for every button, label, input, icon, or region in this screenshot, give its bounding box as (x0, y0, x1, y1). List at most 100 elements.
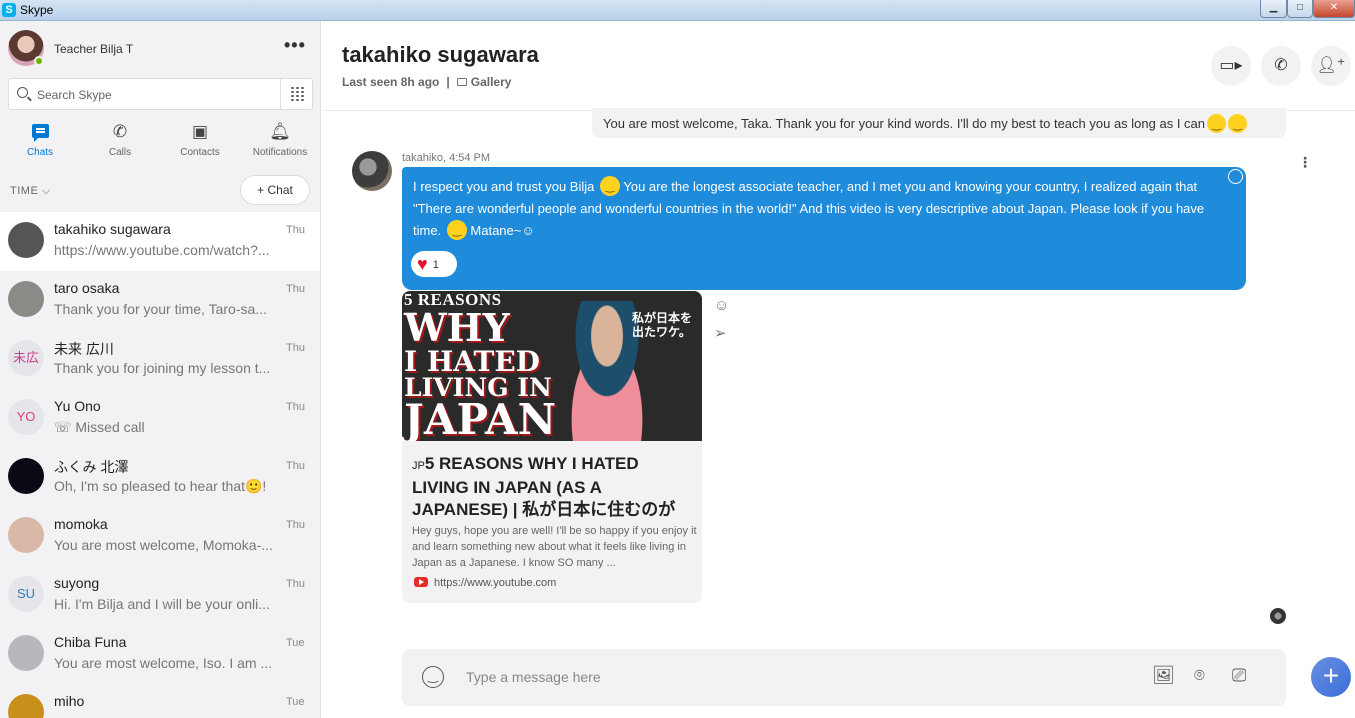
tab-contacts[interactable]: ▣ Contacts (160, 121, 240, 158)
conversation-title[interactable]: takahiko sugawara (342, 42, 539, 68)
contacts-icon: ▣ (191, 122, 209, 141)
more-actions-button[interactable]: + (1311, 657, 1351, 697)
separator: | (446, 75, 450, 89)
tab-chats[interactable]: Chats (0, 121, 80, 158)
chat-date: Thu (286, 342, 305, 354)
incoming-message-bubble[interactable]: I respect you and trust you Bilja You ar… (402, 167, 1246, 290)
add-people-button[interactable]: 👤︎⁺ (1311, 46, 1351, 86)
smile-emoji-icon (1207, 114, 1226, 136)
contact-name: takahiko sugawara (54, 221, 171, 237)
chat-list: takahiko sugawara Thu https://www.youtube.… (0, 212, 320, 718)
chat-date: Tue (286, 637, 305, 649)
heart-icon: ♥ (417, 254, 428, 274)
contact-name: Chiba Funa (54, 634, 127, 650)
contact-name: taro osaka (54, 280, 120, 296)
forward-icon[interactable]: ➢ (714, 324, 727, 342)
contact-name: 未来 広川 (54, 341, 114, 357)
chat-list-item[interactable]: takahiko sugawara Thu https://www.youtube.… (0, 212, 320, 271)
tab-chats-label: Chats (26, 147, 54, 158)
chat-date: Thu (286, 519, 305, 531)
chat-list-item[interactable]: SU suyong Thu Hi. I'm Bilja and I will be y… (0, 566, 320, 625)
window-titlebar: S Skype ▁ □ ✕ (0, 0, 1355, 21)
hand-over-mouth-emoji-icon (1228, 114, 1247, 136)
contact-name: suyong (54, 575, 100, 591)
sender-avatar[interactable] (352, 151, 392, 191)
video-thumbnail[interactable]: 5 REASONS WHY I HATED LIVING IN JAPAN 私が… (402, 291, 702, 441)
emoji-picker-icon[interactable] (422, 666, 444, 688)
chat-preview: Hi. I'm Bilja and I will be your onli... (54, 596, 270, 612)
sidebar: Teacher Bilja T ••• Search Skype Chats ✆… (0, 21, 321, 718)
contact-avatar: SU (8, 576, 44, 612)
profile-name[interactable]: Teacher Bilja T (54, 42, 133, 56)
jp-flag-label: JP (412, 460, 425, 472)
more-options-button[interactable]: ••• (284, 35, 306, 56)
link-title[interactable]: JP5 REASONS WHY I HATED LIVING IN JAPAN … (412, 453, 697, 521)
contact-avatar (8, 222, 44, 258)
tab-notifications-label: Notifications (252, 147, 308, 158)
message-more-icon[interactable]: ⋮ (1298, 154, 1312, 171)
chat-list-item[interactable]: miho Tue (0, 684, 320, 718)
tab-calls-label: Calls (108, 147, 132, 158)
conversation-subtitle: Last seen 8h ago | Gallery (342, 75, 511, 89)
chat-date: Tue (286, 696, 305, 708)
message-composer: Type a message here 🖼︎ ⌾ ⎚ (402, 649, 1286, 706)
chat-list-item[interactable]: YO Yu Ono Thu ☏ Missed call (0, 389, 320, 448)
contact-avatar: 未広 (8, 340, 44, 376)
contact-name: Yu Ono (54, 398, 101, 414)
thumbnail-line: I HATED (404, 345, 540, 378)
close-button[interactable]: ✕ (1313, 0, 1355, 18)
link-title-text: 5 REASONS WHY I HATED LIVING IN JAPAN (A… (412, 454, 676, 519)
audio-call-button[interactable]: ✆ (1261, 46, 1301, 86)
new-chat-label: Chat (267, 183, 293, 197)
message-text-1: I respect you and trust you Bilja (413, 179, 598, 194)
chat-date: Thu (286, 224, 305, 236)
search-input[interactable]: Search Skype (37, 88, 112, 102)
outgoing-message[interactable]: You are most welcome, Taka. Thank you fo… (592, 108, 1286, 138)
phone-icon: ✆ (112, 122, 128, 141)
sort-label: TIME (10, 185, 39, 197)
thumbnail-line: JAPAN (404, 395, 556, 441)
tab-calls[interactable]: ✆ Calls (80, 121, 160, 158)
video-message-icon[interactable]: ⎚ (1232, 665, 1246, 686)
grin-emoji-icon (599, 176, 620, 198)
reaction-badge[interactable]: ♥ 1 (411, 251, 457, 277)
add-reaction-icon[interactable] (1228, 169, 1243, 184)
window-title: Skype (20, 3, 54, 17)
maximize-button[interactable]: □ (1287, 0, 1313, 18)
chat-list-item[interactable]: Chiba Funa Tue You are most welcome, Iso. … (0, 625, 320, 684)
chat-icon (0, 121, 80, 143)
online-status-icon (34, 56, 44, 66)
video-call-button[interactable]: ▭▸ (1211, 46, 1251, 86)
chat-date: Thu (286, 283, 305, 295)
gallery-link[interactable]: Gallery (471, 75, 512, 89)
contact-avatar: YO (8, 399, 44, 435)
chat-list-item[interactable]: ふくみ 北澤 Thu Oh, I'm so pleased to hear that… (0, 448, 320, 507)
chat-list-item[interactable]: 未広 未来 広川 Thu Thank you for joining my lesso… (0, 330, 320, 389)
thumbnail-japanese-text: 私が日本を出たワケ。 (632, 311, 693, 339)
tab-notifications[interactable]: 🔔︎ Notifications (240, 121, 320, 158)
plus-icon: + (1322, 660, 1340, 691)
message-input[interactable]: Type a message here (466, 669, 601, 685)
gallery-icon (456, 78, 467, 86)
search-box[interactable]: Search Skype (8, 78, 313, 110)
dialpad-icon[interactable] (290, 86, 304, 102)
minimize-button[interactable]: ▁ (1260, 0, 1287, 18)
contact-name: momoka (54, 516, 108, 532)
react-icon[interactable]: ☺ (714, 297, 729, 314)
chat-list-item[interactable]: momoka Thu You are most welcome, Momoka-..… (0, 507, 320, 566)
chat-list-item[interactable]: taro osaka Thu Thank you for your time, Ta… (0, 271, 320, 330)
link-url[interactable]: https://www.youtube.com (414, 577, 556, 589)
contact-avatar (8, 458, 44, 494)
contact-avatar (8, 517, 44, 553)
new-chat-button[interactable]: + Chat (240, 175, 310, 205)
link-url-text: https://www.youtube.com (434, 577, 557, 589)
location-pin-icon[interactable]: ⌾ (1194, 665, 1205, 686)
message-text-3: Matane~☺ (466, 223, 535, 238)
chat-preview: https://www.youtube.com/watch?... (54, 242, 270, 258)
sender-meta: takahiko, 4:54 PM (402, 152, 491, 164)
link-preview-card[interactable]: 5 REASONS WHY I HATED LIVING IN JAPAN 私が… (402, 291, 702, 603)
smile-emoji-icon (446, 220, 467, 242)
media-gallery-icon[interactable]: 🖼︎ (1152, 665, 1175, 686)
sort-dropdown[interactable]: TIME ⌵ (10, 185, 51, 198)
contact-name: miho (54, 693, 85, 709)
